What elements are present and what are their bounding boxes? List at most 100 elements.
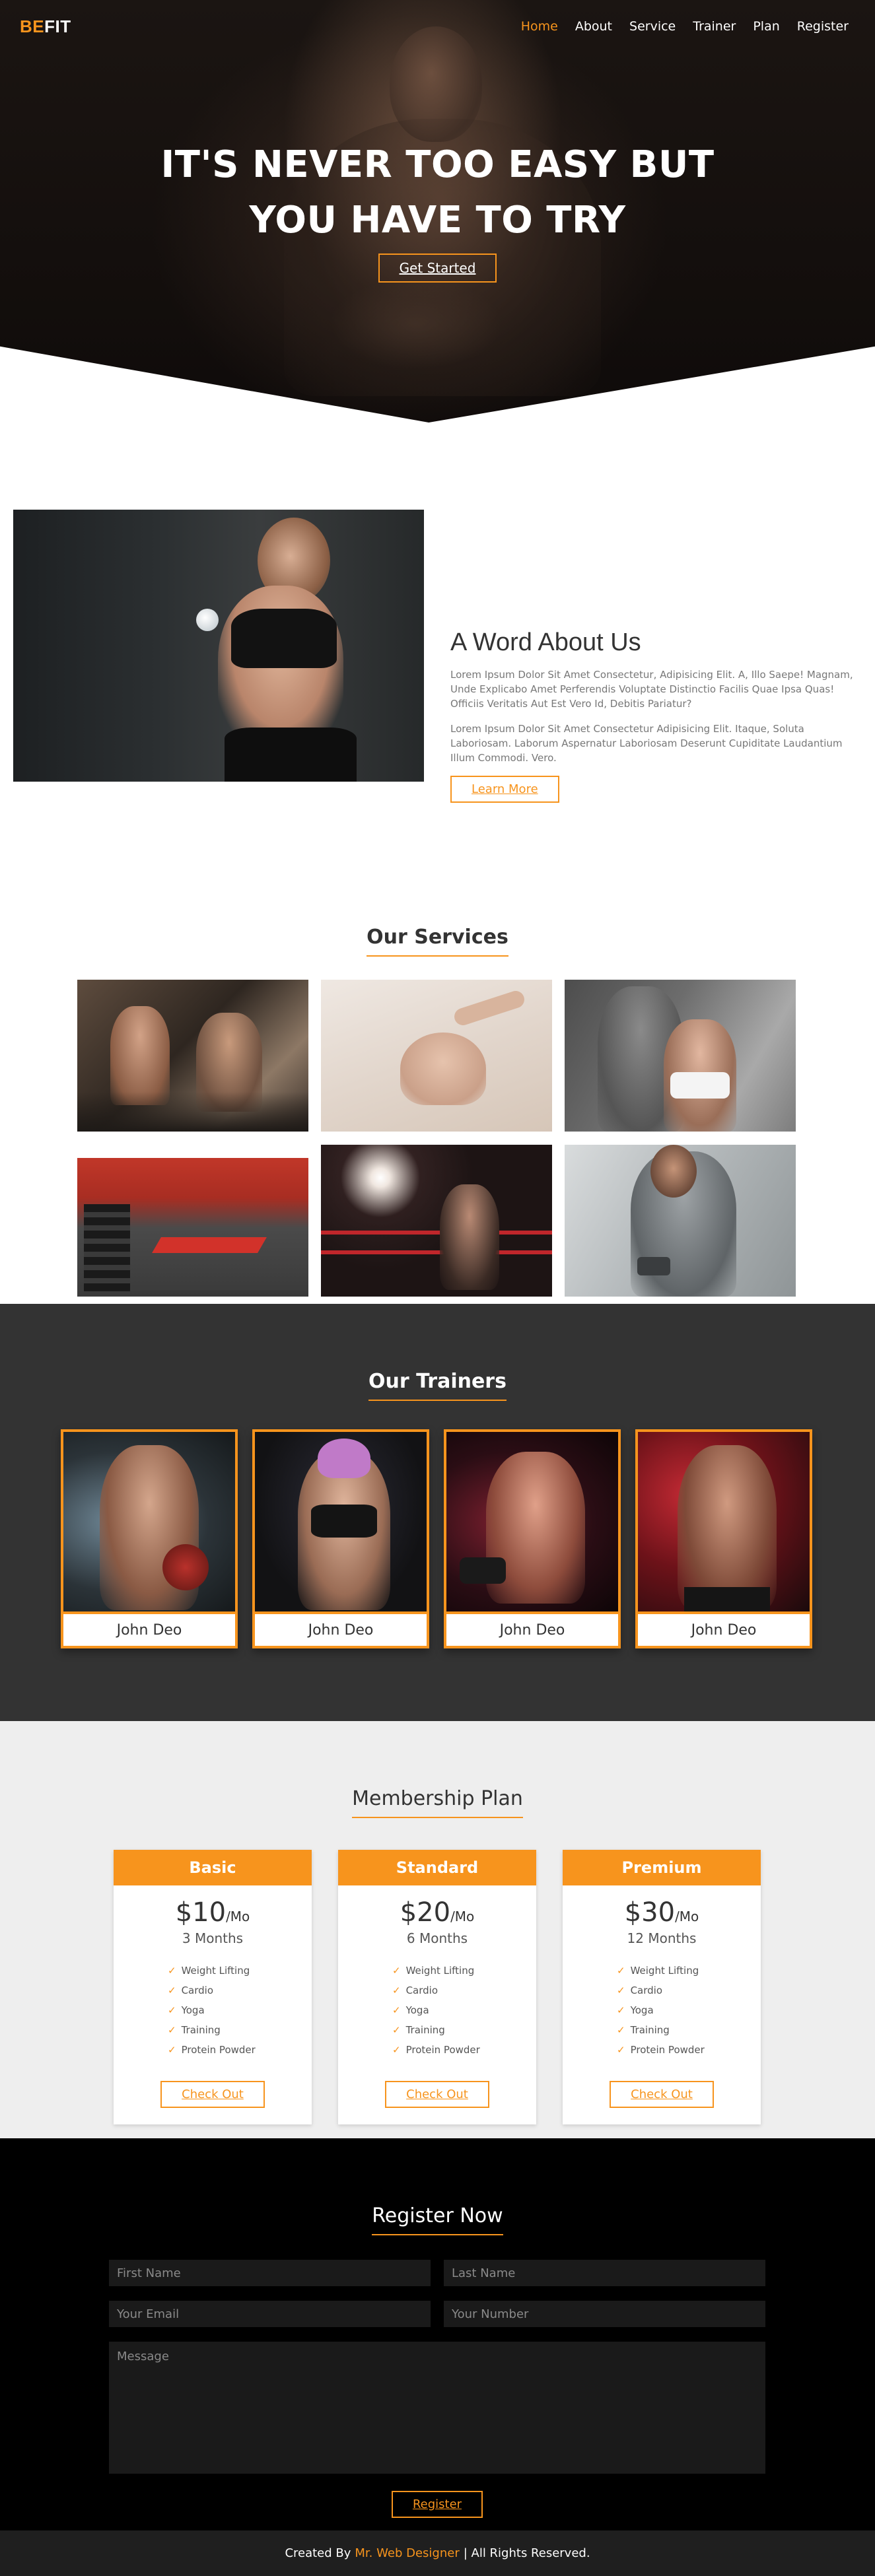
plan-name: Basic: [114, 1850, 312, 1885]
plan-cards: Basic $10/Mo 3 Months ✓ Weight Lifting ✓ C…: [114, 1850, 761, 2124]
register-button[interactable]: Register: [391, 2491, 483, 2518]
trainers-section: Our Trainers John Deo John Deo John Deo: [0, 1304, 875, 1721]
check-icon: ✓: [617, 1984, 625, 1996]
plan-feature: ✓ Yoga: [168, 2004, 205, 2016]
nav-link-trainer[interactable]: Trainer: [693, 19, 736, 34]
dumbbell-icon: [196, 609, 219, 631]
first-name-field[interactable]: [109, 2260, 431, 2286]
trainer-photo: [446, 1432, 618, 1611]
email-field[interactable]: [109, 2301, 431, 2327]
message-field[interactable]: [109, 2342, 765, 2474]
plan-features: ✓ Weight Lifting ✓ Cardio ✓ Yoga ✓ Training …: [168, 1961, 312, 2060]
plan-price-value: $30: [624, 1897, 676, 1928]
service-image-boxing[interactable]: [321, 1145, 552, 1297]
trainers-title-wrap: Our Trainers: [0, 1304, 875, 1401]
plan-price-per: /Mo: [675, 1909, 699, 1924]
get-started-button[interactable]: Get Started: [378, 254, 497, 283]
register-title: Register Now: [372, 2204, 503, 2235]
plan-price: $30/Mo: [563, 1897, 761, 1928]
plan-name: Standard: [338, 1850, 536, 1885]
plan-price: $10/Mo: [114, 1897, 312, 1928]
membership-section: Membership Plan Basic $10/Mo 3 Months ✓ W…: [0, 1721, 875, 2138]
nav-links: Home About Service Trainer Plan Register: [521, 19, 849, 34]
nav-link-service[interactable]: Service: [629, 19, 676, 34]
logo[interactable]: BEFIT: [20, 17, 71, 37]
footer: Created By Mr. Web Designer | All Rights…: [0, 2530, 875, 2576]
services-grid: [77, 980, 796, 1297]
trainer-card[interactable]: John Deo: [635, 1429, 812, 1648]
plan-name: Premium: [563, 1850, 761, 1885]
check-icon: ✓: [168, 2004, 176, 2016]
plan-price-value: $10: [175, 1897, 227, 1928]
service-image-dumbbell-curl[interactable]: [565, 1145, 796, 1297]
trainer-cards: John Deo John Deo John Deo John Deo: [61, 1429, 812, 1648]
plan-feature: ✓ Protein Powder: [617, 2044, 705, 2056]
plan-feature: ✓ Weight Lifting: [392, 1965, 475, 1977]
plan-duration: 6 Months: [406, 1930, 468, 1946]
plans-title: Membership Plan: [352, 1787, 523, 1818]
plan-price-value: $20: [400, 1897, 451, 1928]
check-out-button[interactable]: Check Out: [160, 2081, 265, 2108]
trainer-name: John Deo: [255, 1611, 427, 1646]
trainer-photo: [255, 1432, 427, 1611]
plan-price-per: /Mo: [450, 1909, 475, 1924]
hero-figure-arm: [330, 277, 502, 370]
plan-feature: ✓ Yoga: [617, 2004, 654, 2016]
number-field[interactable]: [444, 2301, 765, 2327]
nav-link-home[interactable]: Home: [521, 19, 558, 34]
services-section: Our Services: [0, 812, 875, 1304]
plan-duration: 3 Months: [182, 1930, 244, 1946]
about-paragraph-1: Lorem Ipsum Dolor Sit Amet Consectetur, …: [450, 669, 853, 710]
trainer-photo: [63, 1432, 235, 1611]
check-icon: ✓: [168, 2024, 176, 2036]
plan-features: ✓ Weight Lifting ✓ Cardio ✓ Yoga ✓ Training …: [617, 1961, 761, 2060]
check-icon: ✓: [617, 1965, 625, 1977]
footer-prefix: Created By: [285, 2546, 351, 2560]
nav-link-register[interactable]: Register: [797, 19, 849, 34]
learn-more-button[interactable]: Learn More: [450, 776, 559, 803]
hero-content: IT'S NEVER TOO EASY BUT YOU HAVE TO TRY …: [0, 137, 875, 283]
about-figure-shorts: [225, 728, 357, 782]
footer-suffix: | All Rights Reserved.: [463, 2546, 590, 2560]
check-icon: ✓: [168, 1984, 176, 1996]
trainer-card[interactable]: John Deo: [61, 1429, 238, 1648]
plans-title-wrap: Membership Plan: [0, 1721, 875, 1818]
service-image-yoga[interactable]: [321, 980, 552, 1132]
nav-link-plan[interactable]: Plan: [753, 19, 779, 34]
plan-price: $20/Mo: [338, 1897, 536, 1928]
hero-section: BEFIT Home About Service Trainer Plan Re…: [0, 0, 875, 423]
register-section: Register Now Register: [0, 2138, 875, 2530]
services-title-wrap: Our Services: [0, 926, 875, 957]
plan-feature: ✓ Protein Powder: [168, 2044, 256, 2056]
register-form: Register: [109, 2260, 765, 2518]
about-text: A Word About Us Lorem Ipsum Dolor Sit Am…: [450, 628, 853, 803]
service-image-personal-training[interactable]: [565, 980, 796, 1132]
trainer-name: John Deo: [638, 1611, 810, 1646]
check-icon: ✓: [617, 2024, 625, 2036]
trainer-name: John Deo: [446, 1611, 618, 1646]
form-row: [109, 2260, 765, 2286]
service-image-cycling[interactable]: [77, 980, 308, 1132]
check-icon: ✓: [392, 2004, 401, 2016]
nav-link-about[interactable]: About: [575, 19, 612, 34]
trainer-card[interactable]: John Deo: [444, 1429, 621, 1648]
plan-feature: ✓ Training: [168, 2024, 221, 2036]
check-out-button[interactable]: Check Out: [385, 2081, 489, 2108]
form-row: [109, 2301, 765, 2327]
plan-feature: ✓ Cardio: [392, 1984, 438, 1996]
footer-designer-link[interactable]: Mr. Web Designer: [355, 2546, 459, 2560]
check-icon: ✓: [168, 1965, 176, 1977]
check-icon: ✓: [392, 2044, 401, 2056]
check-icon: ✓: [392, 1965, 401, 1977]
check-icon: ✓: [392, 1984, 401, 1996]
service-image-gym-floor[interactable]: [77, 1145, 308, 1297]
last-name-field[interactable]: [444, 2260, 765, 2286]
plan-duration: 12 Months: [627, 1930, 697, 1946]
check-out-button[interactable]: Check Out: [610, 2081, 714, 2108]
about-figure-top: [231, 609, 337, 668]
about-paragraph-2: Lorem Ipsum Dolor Sit Amet Consectetur A…: [450, 723, 843, 764]
trainer-card[interactable]: John Deo: [252, 1429, 429, 1648]
services-title: Our Services: [367, 926, 508, 957]
plan-price-per: /Mo: [226, 1909, 250, 1924]
about-title: A Word About Us: [450, 628, 641, 656]
